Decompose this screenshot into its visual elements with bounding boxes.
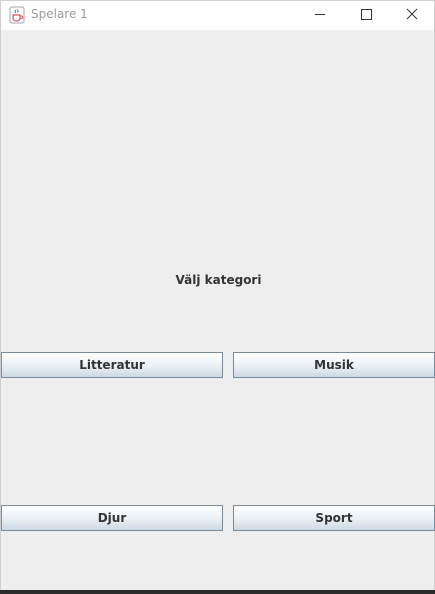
category-button-musik[interactable]: Musik [233, 352, 435, 378]
category-button-sport[interactable]: Sport [233, 505, 435, 531]
title-bar[interactable]: Spelare 1 [1, 1, 434, 30]
close-icon [406, 8, 418, 20]
category-label: Musik [314, 358, 354, 372]
maximize-button[interactable] [343, 1, 389, 30]
minimize-button[interactable] [297, 1, 343, 30]
minimize-icon [315, 14, 325, 15]
category-label: Litteratur [79, 358, 145, 372]
close-button[interactable] [389, 1, 435, 30]
category-button-djur[interactable]: Djur [1, 505, 223, 531]
java-cup-icon [9, 6, 25, 24]
category-button-litteratur[interactable]: Litteratur [1, 352, 223, 378]
app-window: Spelare 1 Välj kategori Litteratur Musik [0, 0, 435, 594]
category-label: Djur [97, 511, 127, 525]
window-bottom-edge [0, 590, 435, 594]
category-label: Sport [315, 511, 353, 525]
maximize-icon [361, 9, 372, 20]
window-title: Spelare 1 [31, 7, 88, 21]
page-title: Välj kategori [175, 273, 262, 287]
content-panel: Välj kategori Litteratur Musik Djur Spor… [1, 30, 435, 591]
